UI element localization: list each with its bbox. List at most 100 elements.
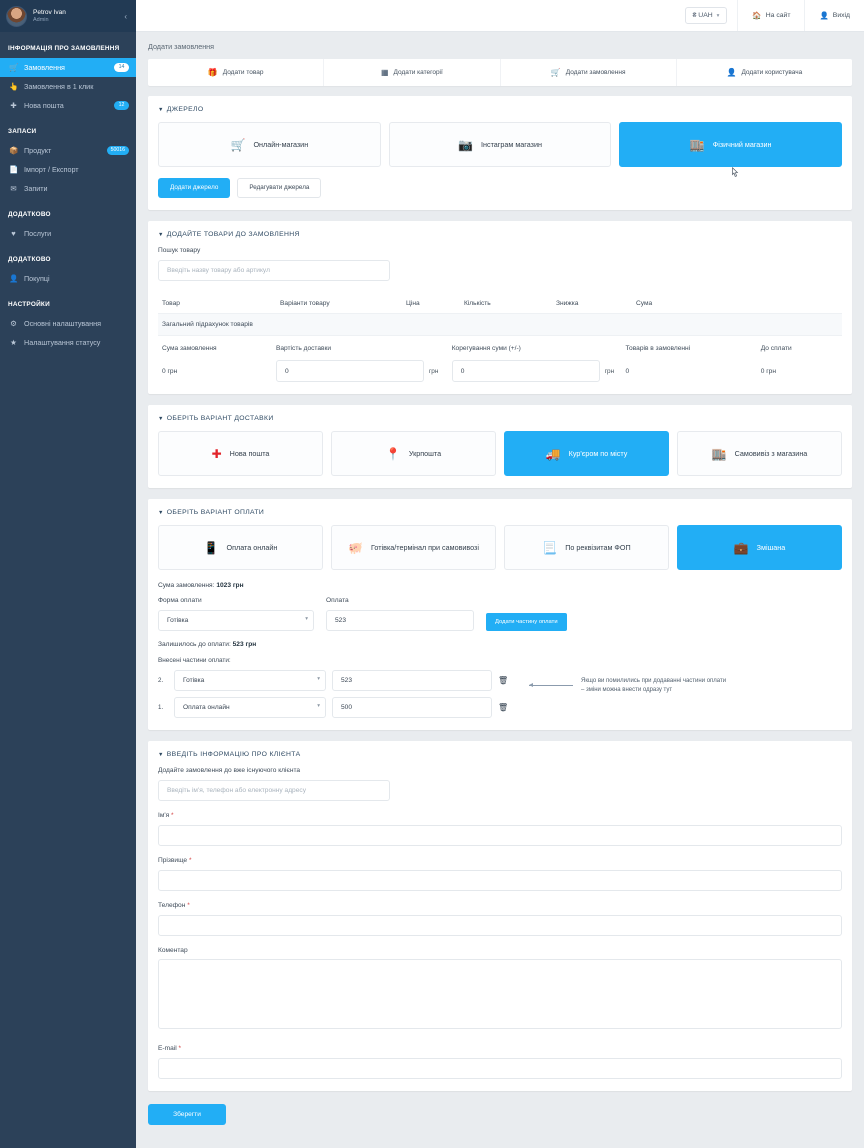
logout-label: Вихід xyxy=(832,12,850,19)
payment-option-2[interactable]: 🐖 Готівка/термінал при самовивозі xyxy=(331,525,496,571)
required-marker: * xyxy=(185,902,190,910)
sidebar-item-label: Покупці xyxy=(24,274,50,283)
client-field-input[interactable] xyxy=(158,825,842,847)
client-fields: Ім'я * Прізвище * Телефон * Коментар E-mail … xyxy=(158,812,842,1080)
payment-part-method-select[interactable]: Оплата онлайн xyxy=(174,697,326,719)
option-label: Змішана xyxy=(756,543,786,553)
client-field: Коментар xyxy=(158,947,842,1034)
delivery-option-2[interactable]: 📍 Укрпошта xyxy=(331,431,496,477)
sidebar-item-2-g1[interactable]: 👆 Замовлення в 1 клик xyxy=(0,77,136,96)
option-label: Фізичний магазин xyxy=(712,140,772,149)
required-marker: * xyxy=(169,812,174,820)
client-field-input[interactable] xyxy=(158,1058,842,1080)
payment-parts-list: 2. Готівка▾ 🗑 Якщо ви помилились при додава… xyxy=(158,669,842,719)
delivery-cost-unit: грн xyxy=(428,367,439,375)
add-source-button[interactable]: Додати джерело xyxy=(158,178,231,199)
currency-selector[interactable]: ₴ UAH ▾ xyxy=(684,7,728,24)
existing-client-input[interactable] xyxy=(158,780,390,802)
sidebar-item-label: Основні налаштування xyxy=(24,319,101,328)
delivery-section-title[interactable]: ▼ ОБЕРІТЬ ВАРІАНТ ДОСТАВКИ xyxy=(158,415,842,422)
sidebar-item-1-g2[interactable]: 📦 Продукт 50016 xyxy=(0,141,136,160)
sidebar-item-1-g4[interactable]: 👤 Покупці xyxy=(0,269,136,288)
add-partial-payment-button[interactable]: Додати частину оплати xyxy=(486,613,567,632)
payment-part-amount-input[interactable] xyxy=(332,696,492,718)
sidebar-user-profile[interactable]: Petrov Ivan Admin ‹ xyxy=(0,0,136,32)
chevron-left-icon[interactable]: ‹ xyxy=(124,12,130,21)
logout-link[interactable]: 👤 Вихід xyxy=(804,0,864,31)
card-terminal-icon: 📱 xyxy=(203,540,219,555)
edit-sources-button[interactable]: Редагувати джерела xyxy=(237,178,322,199)
sidebar: Petrov Ivan Admin ‹ ІНФОРМАЦІЯ ПРО ЗАМОВ… xyxy=(0,0,136,1148)
client-field-label-text: Коментар xyxy=(158,947,188,955)
payment-form-select[interactable]: Готівка xyxy=(158,610,314,632)
payment-amount-group: Оплата xyxy=(326,597,474,632)
sidebar-item-2-g2[interactable]: 📄 Імпорт / Експорт xyxy=(0,160,136,179)
client-field-label: Прізвище * xyxy=(158,857,842,864)
grid-icon: ▦ xyxy=(380,68,389,77)
user-icon: 👤 xyxy=(726,68,737,77)
delivery-option-1[interactable]: ✚ Нова пошта xyxy=(158,431,323,477)
sidebar-item-1-g1[interactable]: 🛒 Замовлення 14 xyxy=(0,58,136,77)
sidebar-item-2-g5[interactable]: ★ Налаштування статусу xyxy=(0,333,136,352)
sidebar-item-1-g5[interactable]: ⚙ Основні налаштування xyxy=(0,314,136,333)
delivery-cost-input[interactable] xyxy=(275,360,424,383)
adjustment-input[interactable] xyxy=(451,360,600,383)
trash-icon[interactable]: 🗑 xyxy=(498,703,508,712)
caret-down-icon: ▼ xyxy=(158,510,164,517)
tab-3[interactable]: 🛒 Додати замовлення xyxy=(501,59,677,86)
sidebar-item-3-g1[interactable]: ✚ Нова пошта 12 xyxy=(0,96,136,115)
np-icon: ✚ xyxy=(211,446,222,461)
payment-option-4[interactable]: 💼 Змішана xyxy=(677,525,842,571)
option-label: Онлайн-магазин xyxy=(253,140,309,149)
payment-option-1[interactable]: 📱 Оплата онлайн xyxy=(158,525,323,571)
payment-parts-label: Внесені частини оплати: xyxy=(158,657,231,665)
page-content: ▼ ДЖЕРЕЛО 🛒 Онлайн-магазин 📷 Інстаграм магаз… xyxy=(136,96,864,1148)
cart-icon: 🛒 xyxy=(230,137,246,152)
go-to-site-link[interactable]: 🏠 На сайт xyxy=(737,0,804,31)
payment-title-text: ОБЕРІТЬ ВАРІАНТ ОПЛАТИ xyxy=(166,509,265,517)
col-product: Товар xyxy=(162,300,180,308)
trash-icon[interactable]: 🗑 xyxy=(498,676,508,685)
total-label-delivery: Вартість доставки xyxy=(275,345,332,353)
home-icon: 🏠 xyxy=(752,11,762,20)
client-field-input[interactable] xyxy=(158,870,842,892)
tab-4[interactable]: 👤 Додати користувача xyxy=(677,59,852,86)
payment-amount-input[interactable] xyxy=(326,610,474,632)
tab-1[interactable]: 🎁 Додати товар xyxy=(148,59,325,86)
piggy-bank-icon: 🐖 xyxy=(348,540,363,555)
sidebar-item-1-g3[interactable]: ♥ Послуги xyxy=(0,224,136,243)
total-label-to-pay: До сплати xyxy=(760,345,792,353)
payment-section: ▼ ОБЕРІТЬ ВАРІАНТ ОПЛАТИ 📱 Оплата онлайн 🐖 Г… xyxy=(148,499,852,731)
payment-part-amount-input[interactable] xyxy=(332,669,492,691)
payment-part-method-select[interactable]: Готівка xyxy=(174,670,326,692)
sidebar-item-3-g2[interactable]: ✉ Запити xyxy=(0,179,136,198)
client-section: ▼ ВВЕДІТЬ ІНФОРМАЦІЮ ПРО КЛІЄНТА Додайте … xyxy=(148,741,852,1092)
source-section-title[interactable]: ▼ ДЖЕРЕЛО xyxy=(158,106,842,113)
source-option-2[interactable]: 📷 Інстаграм магазин xyxy=(388,122,612,167)
client-field: E-mail * xyxy=(158,1045,842,1080)
tab-label: Додати замовлення xyxy=(565,69,626,76)
sidebar-item-badge: 50016 xyxy=(106,146,129,155)
tab-label: Додати категорії xyxy=(393,69,443,76)
payment-remaining-label: Залишилось до оплати: xyxy=(158,641,231,649)
client-field-label-text: Прізвище xyxy=(158,857,188,865)
products-section-title[interactable]: ▼ ДОДАЙТЕ ТОВАРИ ДО ЗАМОВЛЕННЯ xyxy=(158,231,842,238)
source-option-3[interactable]: 🏬 Фізичний магазин xyxy=(619,122,843,177)
product-search-input[interactable] xyxy=(158,260,390,282)
client-field-input[interactable] xyxy=(158,915,842,937)
source-options: 🛒 Онлайн-магазин 📷 Інстаграм магазин 🏬 Фізичн… xyxy=(158,122,843,177)
option-label: Укрпошта xyxy=(408,449,442,459)
client-section-title[interactable]: ▼ ВВЕДІТЬ ІНФОРМАЦІЮ ПРО КЛІЄНТА xyxy=(158,751,842,758)
delivery-option-4[interactable]: 🏬 Самовивіз з магазина xyxy=(677,431,842,477)
payment-option-3[interactable]: 📃 По реквізитам ФОП xyxy=(504,525,669,571)
source-option-1[interactable]: 🛒 Онлайн-магазин xyxy=(158,122,381,167)
payment-part-index: 1. xyxy=(158,703,164,711)
client-field-input[interactable] xyxy=(158,959,842,1030)
tab-2[interactable]: ▦ Додати категорії xyxy=(324,59,501,86)
chevron-down-icon: ▾ xyxy=(716,12,720,19)
payment-section-title[interactable]: ▼ ОБЕРІТЬ ВАРІАНТ ОПЛАТИ xyxy=(158,509,842,516)
delivery-option-3[interactable]: 🚚 Кур'єром по місту xyxy=(504,431,669,477)
topbar: ₴ UAH ▾ 🏠 На сайт 👤 Вихід xyxy=(136,0,864,32)
save-button[interactable]: Зберегти xyxy=(148,1104,226,1126)
existing-client-label: Додайте замовлення до вже існуючого кліє… xyxy=(158,767,301,775)
